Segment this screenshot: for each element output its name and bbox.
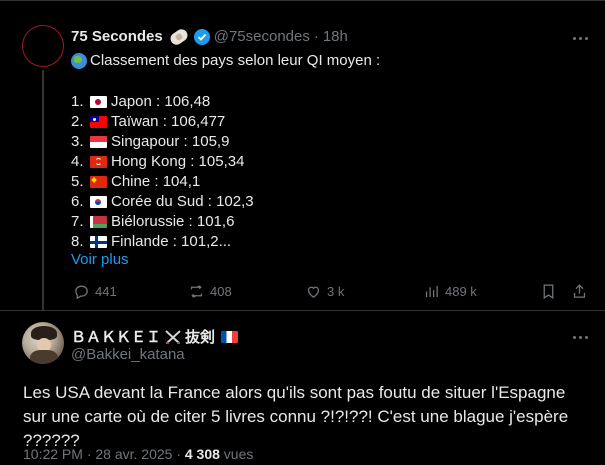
- france-flag-icon: [221, 330, 239, 343]
- crossed-swords-icon: [164, 329, 182, 345]
- globe-icon: [71, 52, 87, 69]
- top-divider: [0, 0, 605, 1]
- retweet-icon: [190, 285, 203, 298]
- show-more-link[interactable]: Voir plus: [71, 251, 129, 268]
- rank-text: Taïwan : 106,477: [111, 113, 226, 130]
- rank-number: 1.: [71, 93, 84, 110]
- list-item: 5. Chine : 104,1: [71, 172, 254, 192]
- list-item: 8. Finlande : 101,2...: [71, 232, 254, 252]
- retweet-count: 408: [210, 284, 232, 299]
- reply-button[interactable]: 441: [73, 283, 117, 300]
- reply-meta: 10:22 PM · 28 avr. 2025 · 4 308 vues: [23, 446, 253, 462]
- reply-timestamp[interactable]: 10:22 PM · 28 avr. 2025 ·: [23, 446, 185, 462]
- tweet-header: 75 Secondes @75secondes · 18h: [71, 26, 348, 47]
- more-options-icon[interactable]: [570, 32, 590, 44]
- more-options-icon[interactable]: [570, 331, 590, 343]
- list-item: 6. Corée du Sud : 102,3: [71, 192, 254, 212]
- rank-text: Hong Kong : 105,34: [111, 153, 245, 170]
- taiwan-flag-icon: [90, 116, 107, 128]
- rank-number: 8.: [71, 233, 84, 250]
- ranking-list: 1. Japon : 106,48 2. Taïwan : 106,477 3.…: [71, 92, 254, 252]
- heart-icon: [307, 286, 320, 298]
- hong-kong-flag-icon: [90, 156, 107, 168]
- reply-count: 441: [95, 284, 117, 299]
- bookmark-button[interactable]: [540, 283, 557, 300]
- rank-number: 4.: [71, 153, 84, 170]
- belarus-flag-icon: [90, 216, 107, 228]
- reply-text: Les USA devant la France alors qu'ils so…: [23, 383, 569, 450]
- rank-text: Corée du Sud : 102,3: [111, 193, 254, 210]
- thread-line: [42, 70, 44, 310]
- reply-header: ＢＡＫＫＥＩ 抜剣: [71, 326, 242, 347]
- header-separator: ·: [313, 28, 319, 45]
- reply-handle[interactable]: @Bakkei_katana: [71, 346, 185, 363]
- reply-views-label: vues: [219, 446, 254, 462]
- rank-text: Finlande : 101,2...: [111, 233, 232, 250]
- list-item: 7. Biélorussie : 101,6: [71, 212, 254, 232]
- reply-name-suffix: 抜剣: [185, 329, 216, 346]
- rank-number: 7.: [71, 213, 84, 230]
- like-button[interactable]: 3 k: [305, 283, 344, 300]
- share-button[interactable]: [571, 283, 588, 300]
- list-item: 2. Taïwan : 106,477: [71, 112, 254, 132]
- list-item: 4. Hong Kong : 105,34: [71, 152, 254, 172]
- like-count: 3 k: [327, 284, 345, 299]
- tweet-time[interactable]: 18h: [323, 28, 348, 45]
- list-item: 1. Japon : 106,48: [71, 92, 254, 112]
- tweet-divider: [0, 310, 605, 311]
- south-korea-flag-icon: [90, 196, 107, 208]
- reply-author-name[interactable]: ＢＡＫＫＥＩ: [71, 326, 161, 347]
- rank-number: 3.: [71, 133, 84, 150]
- bandage-icon: [167, 26, 190, 47]
- reply-icon: [75, 285, 88, 300]
- singapore-flag-icon: [90, 136, 107, 148]
- retweet-button[interactable]: 408: [188, 283, 232, 300]
- finland-flag-icon: [90, 236, 107, 248]
- views-count: 489 k: [445, 284, 477, 299]
- analytics-icon: [425, 285, 438, 298]
- china-flag-icon: [90, 176, 107, 188]
- rank-number: 6.: [71, 193, 84, 210]
- avatar-75secondes[interactable]: [22, 25, 64, 67]
- share-icon: [573, 284, 586, 298]
- tweet-actions: 441 408 3 k 489 k: [0, 283, 605, 303]
- bookmark-icon: [543, 284, 554, 300]
- tweet-intro: Classement des pays selon leur QI moyen …: [71, 52, 380, 69]
- reply-views-count: 4 308: [184, 446, 220, 462]
- rank-text: Japon : 106,48: [111, 93, 211, 110]
- list-item: 3. Singapour : 105,9: [71, 132, 254, 152]
- author-handle[interactable]: @75secondes: [214, 28, 310, 45]
- rank-text: Chine : 104,1: [111, 173, 201, 190]
- author-name[interactable]: 75 Secondes: [71, 28, 163, 45]
- rank-text: Singapour : 105,9: [111, 133, 230, 150]
- verified-badge-icon: [193, 28, 210, 45]
- japan-flag-icon: [90, 96, 107, 108]
- rank-number: 2.: [71, 113, 84, 130]
- views-button[interactable]: 489 k: [423, 283, 477, 300]
- rank-text: Biélorussie : 101,6: [111, 213, 235, 230]
- rank-number: 5.: [71, 173, 84, 190]
- intro-text: Classement des pays selon leur QI moyen …: [90, 52, 381, 69]
- avatar-bakkei[interactable]: [22, 322, 64, 364]
